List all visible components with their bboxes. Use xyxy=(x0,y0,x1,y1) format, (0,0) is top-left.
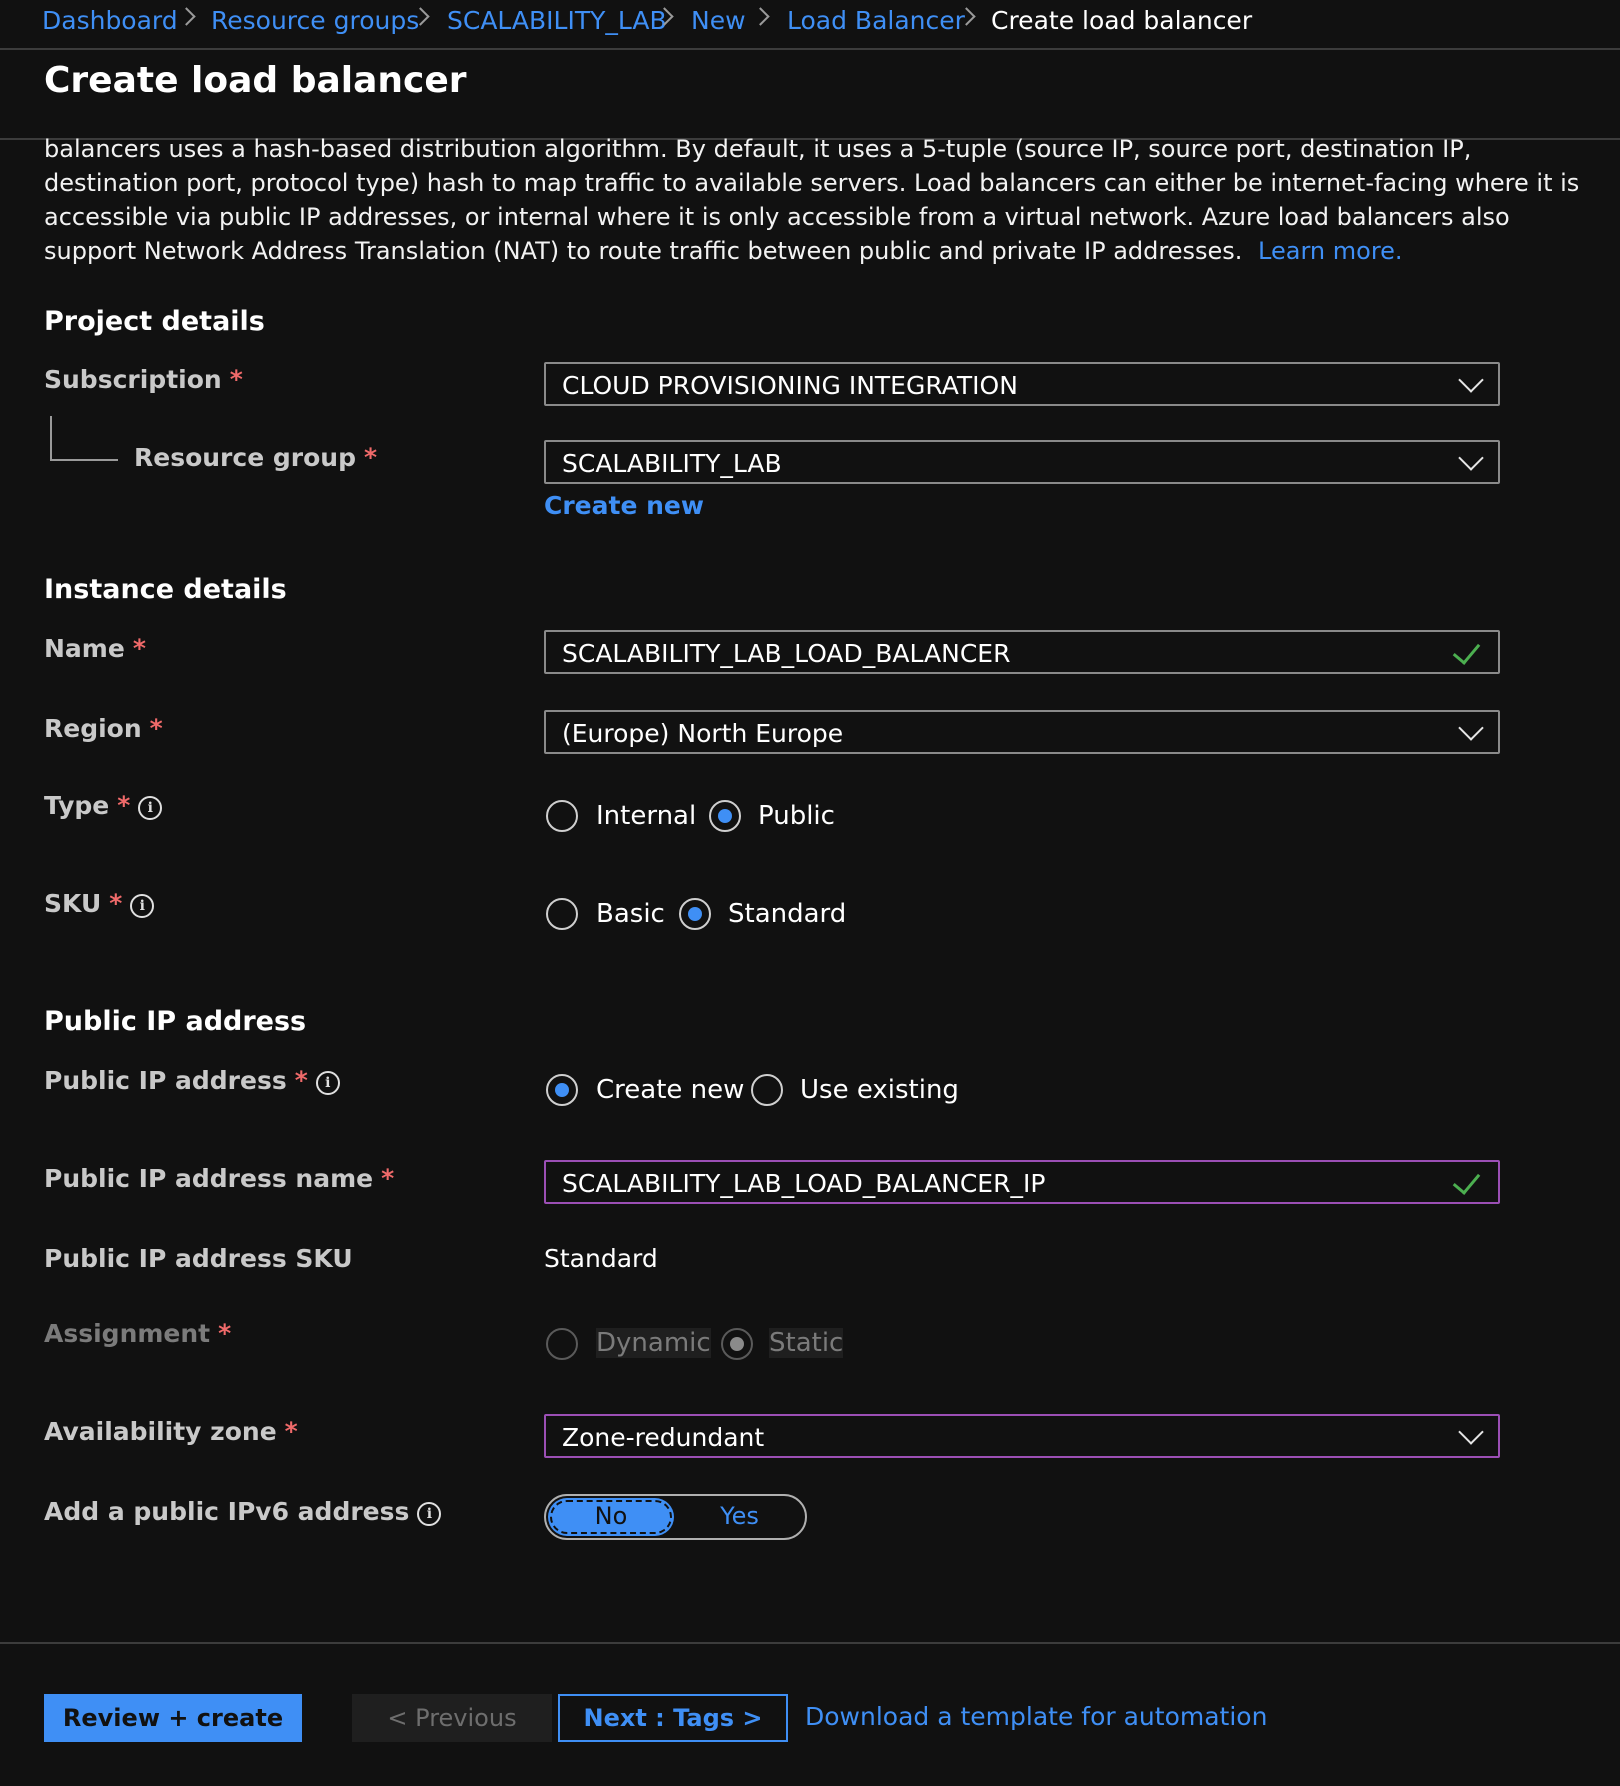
required-mark: * xyxy=(294,1066,308,1095)
chevron-down-icon xyxy=(1458,715,1484,741)
project-details-heading: Project details xyxy=(44,306,265,337)
public-ip-use-existing-radio[interactable] xyxy=(751,1074,783,1106)
resource-group-label: Resource group * xyxy=(134,443,378,472)
sku-basic-label[interactable]: Basic xyxy=(596,899,665,929)
public-ip-use-existing-label[interactable]: Use existing xyxy=(800,1075,959,1105)
subscription-label: Subscription * xyxy=(44,365,243,394)
review-create-button[interactable]: Review + create xyxy=(44,1694,302,1742)
info-icon[interactable]: i xyxy=(417,1502,442,1526)
chevron-down-icon xyxy=(1458,445,1484,471)
ipv6-option-no[interactable]: No xyxy=(548,1498,674,1536)
chevron-right-icon xyxy=(751,7,770,26)
intro-line: support Network Address Translation (NAT… xyxy=(44,237,1243,265)
instance-details-heading: Instance details xyxy=(44,574,287,605)
type-internal-radio[interactable] xyxy=(546,800,578,832)
required-mark: * xyxy=(381,1164,395,1193)
assignment-dynamic-label: Dynamic xyxy=(596,1328,711,1358)
sku-label: SKU * i xyxy=(44,889,155,918)
footer-divider xyxy=(0,1642,1620,1644)
ipv6-toggle[interactable]: No Yes xyxy=(544,1494,807,1540)
assignment-dynamic-radio xyxy=(546,1328,578,1360)
breadcrumb-current: Create load balancer xyxy=(991,6,1253,35)
public-ip-create-new-label[interactable]: Create new xyxy=(596,1075,744,1105)
ipv6-yes-label: Yes xyxy=(720,1502,759,1530)
required-mark: * xyxy=(363,443,378,472)
assignment-static-radio xyxy=(721,1328,753,1360)
intro-line: accessible via public IP addresses, or i… xyxy=(44,203,1510,231)
required-mark: * xyxy=(109,889,123,918)
public-ip-sku-label: Public IP address SKU xyxy=(44,1244,353,1273)
breadcrumb-resource-groups[interactable]: Resource groups xyxy=(211,6,419,35)
public-ip-create-new-radio[interactable] xyxy=(546,1074,578,1106)
breadcrumb-scalability-lab[interactable]: SCALABILITY_LAB xyxy=(447,6,667,35)
learn-more-link[interactable]: Learn more. xyxy=(1258,237,1403,265)
name-value: SCALABILITY_LAB_LOAD_BALANCER xyxy=(562,639,1011,668)
public-ip-name-label: Public IP address name * xyxy=(44,1164,395,1193)
breadcrumb-new[interactable]: New xyxy=(691,6,746,35)
assignment-static-label: Static xyxy=(769,1328,844,1358)
sku-standard-radio[interactable] xyxy=(679,898,711,930)
availability-zone-value: Zone-redundant xyxy=(562,1423,765,1452)
info-icon[interactable]: i xyxy=(130,894,155,918)
resource-group-dropdown[interactable]: SCALABILITY_LAB xyxy=(544,440,1500,484)
type-public-radio[interactable] xyxy=(709,800,741,832)
intro-line: balancers uses a hash-based distribution… xyxy=(44,135,1472,163)
subscription-value: CLOUD PROVISIONING INTEGRATION xyxy=(562,371,1018,400)
availability-zone-dropdown[interactable]: Zone-redundant xyxy=(544,1414,1500,1458)
public-ip-heading: Public IP address xyxy=(44,1006,307,1037)
region-label: Region * xyxy=(44,714,163,743)
public-ip-sku-value: Standard xyxy=(544,1244,658,1273)
sku-basic-radio[interactable] xyxy=(546,898,578,930)
info-icon[interactable]: i xyxy=(315,1071,340,1095)
breadcrumb-load-balancer[interactable]: Load Balancer xyxy=(787,6,965,35)
breadcrumb-dashboard[interactable]: Dashboard xyxy=(42,6,178,35)
name-label: Name * xyxy=(44,634,146,663)
intro-text: balancers uses a hash-based distribution… xyxy=(44,132,1584,268)
public-ip-name-value: SCALABILITY_LAB_LOAD_BALANCER_IP xyxy=(562,1169,1046,1198)
required-mark: * xyxy=(284,1417,298,1446)
required-mark: * xyxy=(117,791,131,820)
chevron-down-icon xyxy=(1458,367,1484,393)
ipv6-option-yes[interactable]: Yes xyxy=(676,1498,803,1536)
header-divider xyxy=(0,48,1620,50)
ipv6-no-label: No xyxy=(594,1502,628,1530)
info-icon[interactable]: i xyxy=(138,796,163,820)
resource-group-value: SCALABILITY_LAB xyxy=(562,449,782,478)
public-ip-name-input[interactable]: SCALABILITY_LAB_LOAD_BALANCER_IP xyxy=(544,1160,1500,1204)
region-value: (Europe) North Europe xyxy=(562,719,844,748)
intro-line: destination port, protocol type) hash to… xyxy=(44,169,1580,197)
region-dropdown[interactable]: (Europe) North Europe xyxy=(544,710,1500,754)
public-ip-address-label: Public IP address * i xyxy=(44,1066,340,1095)
chevron-down-icon xyxy=(1458,1419,1484,1445)
sku-standard-label[interactable]: Standard xyxy=(728,899,846,929)
checkmark-icon xyxy=(1452,1166,1481,1195)
name-input[interactable]: SCALABILITY_LAB_LOAD_BALANCER xyxy=(544,630,1500,674)
previous-button: < Previous xyxy=(352,1694,552,1742)
assignment-label: Assignment * xyxy=(44,1319,232,1348)
checkmark-icon xyxy=(1452,636,1481,665)
page-title: Create load balancer xyxy=(44,60,467,101)
type-public-label[interactable]: Public xyxy=(758,801,835,831)
ipv6-label: Add a public IPv6 address i xyxy=(44,1497,442,1526)
create-new-resource-group-link[interactable]: Create new xyxy=(544,491,704,520)
required-mark: * xyxy=(229,365,243,394)
required-mark: * xyxy=(132,634,146,663)
tree-connector xyxy=(50,416,118,461)
type-label: Type * i xyxy=(44,791,163,820)
subscription-dropdown[interactable]: CLOUD PROVISIONING INTEGRATION xyxy=(544,362,1500,406)
chevron-right-icon xyxy=(177,7,196,26)
availability-zone-label: Availability zone * xyxy=(44,1417,298,1446)
next-tags-button[interactable]: Next : Tags > xyxy=(558,1694,788,1742)
type-internal-label[interactable]: Internal xyxy=(596,801,696,831)
download-template-link[interactable]: Download a template for automation xyxy=(805,1702,1267,1731)
required-mark: * xyxy=(149,714,163,743)
required-mark: * xyxy=(218,1319,232,1348)
